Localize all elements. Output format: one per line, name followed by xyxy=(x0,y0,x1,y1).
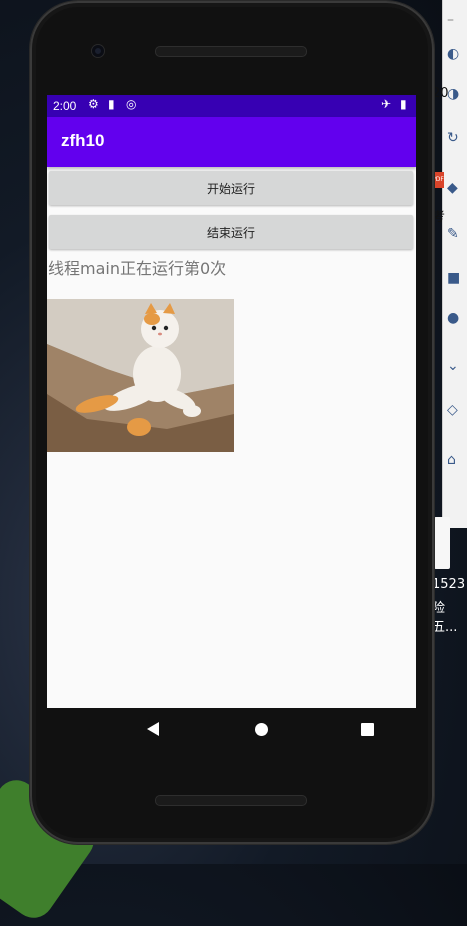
panel-icon: ● xyxy=(447,310,460,326)
panel-icon: ⌄ xyxy=(447,358,459,374)
data-saver-icon: ◎ xyxy=(126,97,137,111)
thread-status-text: 线程main正在运行第0次 xyxy=(48,259,227,278)
back-icon[interactable] xyxy=(147,722,159,736)
settings-icon: ⚙ xyxy=(88,97,99,111)
stop-button[interactable]: 结束运行 xyxy=(49,215,413,249)
sd-card-icon: ▮ xyxy=(108,97,115,111)
panel-icon: ✎ xyxy=(447,226,459,242)
app-bar: zfh10 xyxy=(47,117,416,167)
home-icon[interactable] xyxy=(255,723,268,736)
airplane-mode-icon: ✈ xyxy=(381,97,392,111)
desktop-side-panel xyxy=(442,0,467,528)
recents-icon[interactable] xyxy=(361,723,374,736)
panel-icon: ■ xyxy=(447,270,461,286)
desktop-label: 20 xyxy=(432,86,449,101)
panel-icon: ↻ xyxy=(447,130,459,146)
app-screen: 2:00 ⚙ ▮ ◎ ✈ ▮ zfh10 开始运行 结束运行 线程main正在运… xyxy=(47,95,416,708)
minimize-icon[interactable]: – xyxy=(447,12,454,28)
panel-icon: ◆ xyxy=(447,180,458,196)
desktop-label: 险五... xyxy=(432,601,458,635)
phone-frame: 2:00 ⚙ ▮ ◎ ✈ ▮ zfh10 开始运行 结束运行 线程main正在运… xyxy=(30,1,434,844)
cat-image xyxy=(47,299,234,452)
panel-icon: ◑ xyxy=(447,86,460,102)
desktop-file-icon[interactable] xyxy=(434,517,450,569)
top-speaker xyxy=(155,46,307,57)
panel-icon: ◐ xyxy=(447,46,460,62)
front-camera xyxy=(92,45,104,57)
battery-icon: ▮ xyxy=(400,97,407,111)
status-time: 2:00 xyxy=(53,99,77,113)
app-title: zfh10 xyxy=(61,131,105,150)
start-button[interactable]: 开始运行 xyxy=(49,171,413,205)
panel-icon: ◇ xyxy=(447,402,458,418)
panel-icon: ⌂ xyxy=(447,452,456,468)
desktop-label: 1523 xyxy=(432,577,466,592)
bottom-speaker xyxy=(155,795,307,806)
status-bar: 2:00 ⚙ ▮ ◎ ✈ ▮ xyxy=(47,95,416,117)
